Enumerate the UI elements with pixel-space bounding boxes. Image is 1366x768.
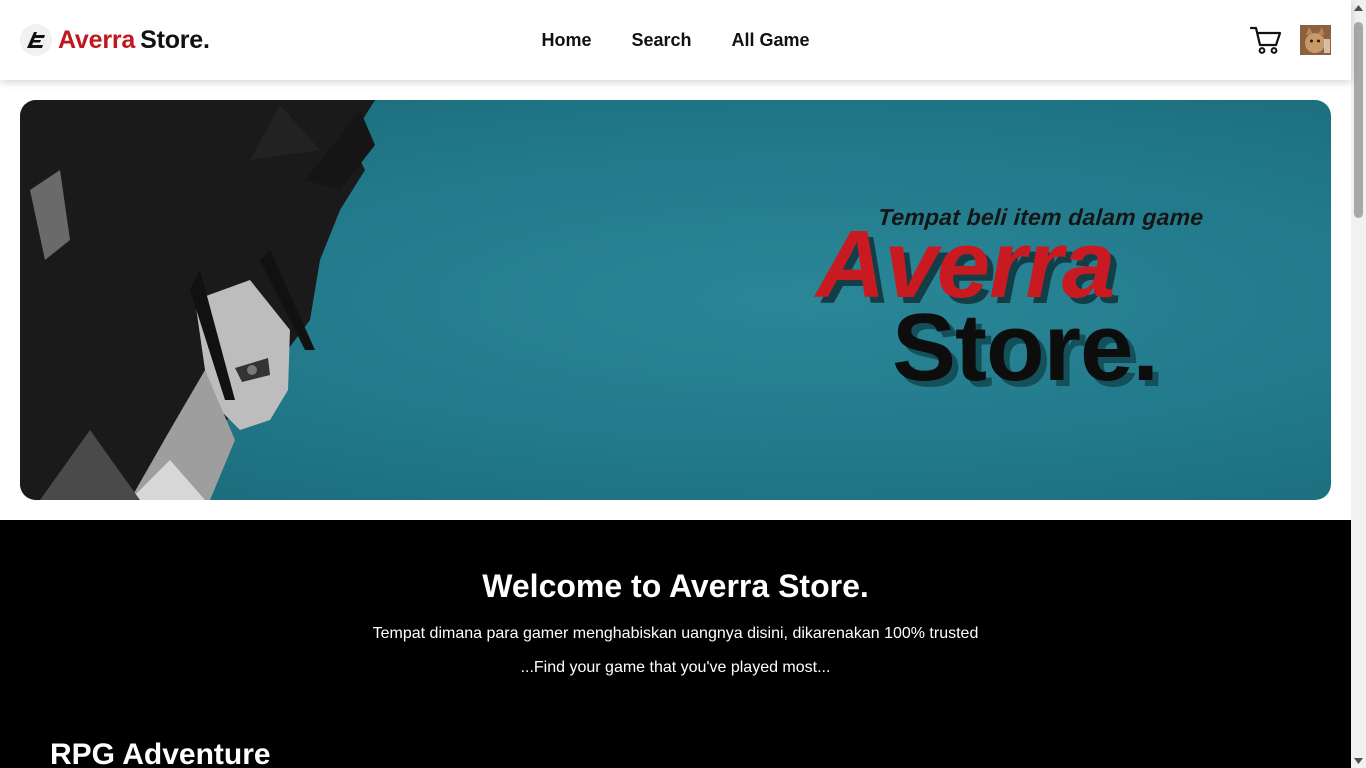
scroll-up-arrow-icon[interactable] — [1351, 0, 1366, 15]
nav-home-link[interactable]: Home — [541, 30, 591, 51]
nav-search-link[interactable]: Search — [631, 30, 691, 51]
shopping-cart-icon[interactable] — [1249, 25, 1282, 55]
hero-banner: Tempat beli item dalam game Averra Store… — [20, 100, 1331, 500]
brand-name-red: Averra — [58, 25, 136, 54]
site-header: Averra Store. Home Search All Game — [0, 0, 1351, 80]
hero-title-store: Store. — [892, 294, 1159, 401]
welcome-subtitle: Tempat dimana para gamer menghabiskan ua… — [372, 625, 979, 642]
user-avatar[interactable] — [1300, 25, 1331, 55]
section-heading-rpg-adventure: RPG Adventure — [50, 738, 271, 768]
page-scrollbar[interactable] — [1351, 0, 1366, 768]
welcome-section: Welcome to Averra Store. Tempat dimana p… — [0, 520, 1351, 768]
welcome-subtitle-secondary: ...Find your game that you've played mos… — [520, 659, 831, 676]
brand-name: Averra Store. — [58, 26, 210, 55]
scroll-down-arrow-icon[interactable] — [1351, 753, 1366, 768]
brand-logo-link[interactable]: Averra Store. — [20, 24, 210, 56]
scrollbar-thumb[interactable] — [1354, 22, 1363, 218]
nav-all-game-link[interactable]: All Game — [732, 30, 810, 51]
brand-name-black: Store. — [140, 25, 210, 54]
welcome-title: Welcome to Averra Store. — [482, 568, 869, 604]
page: Averra Store. Home Search All Game Tempa… — [0, 0, 1366, 768]
averra-logo-icon — [20, 24, 52, 56]
hero-character-illustration — [20, 100, 375, 500]
